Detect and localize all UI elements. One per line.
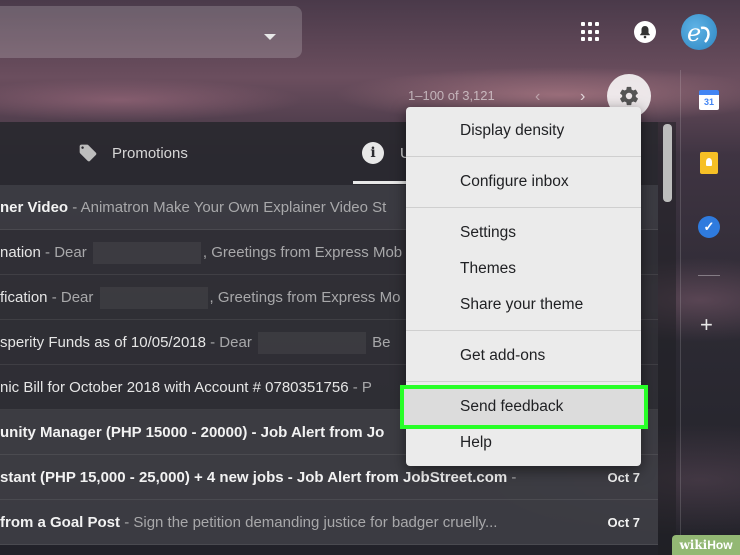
apps-grid-icon[interactable]: [581, 22, 601, 42]
redacted-name: [99, 287, 208, 310]
plus-icon[interactable]: +: [700, 314, 713, 336]
redacted-name: [92, 242, 201, 265]
side-panel-divider: [698, 275, 720, 276]
menu-divider: [406, 381, 641, 382]
wikihow-watermark: wikiHow: [672, 535, 740, 555]
menu-item-configure-inbox[interactable]: Configure inbox: [406, 164, 641, 200]
previous-page-button[interactable]: ‹: [535, 88, 540, 106]
settings-menu: Display density Configure inbox Settings…: [400, 107, 648, 466]
table-row[interactable]: from a Goal Post - Sign the petition dem…: [0, 500, 658, 545]
menu-item-share-your-theme[interactable]: Share your theme: [406, 287, 641, 323]
tag-icon: [79, 144, 97, 162]
search-options-caret-icon[interactable]: [264, 34, 276, 40]
scrollbar-thumb[interactable]: [663, 124, 672, 202]
tab-promotions[interactable]: Promotions: [78, 143, 188, 163]
tab-promotions-label: Promotions: [112, 144, 188, 162]
redacted-name: [257, 332, 366, 355]
email-date: Oct 7: [607, 515, 640, 530]
info-icon[interactable]: i: [362, 142, 384, 164]
search-bar[interactable]: [0, 6, 302, 58]
menu-item-help[interactable]: Help: [406, 425, 641, 461]
menu-divider: [406, 156, 641, 157]
menu-item-get-add-ons[interactable]: Get add-ons: [406, 338, 641, 374]
pagination-count: 1–100 of 3,121: [408, 88, 495, 103]
calendar-icon[interactable]: 31: [699, 90, 719, 110]
keep-icon[interactable]: [700, 152, 718, 174]
menu-item-settings[interactable]: Settings: [406, 215, 641, 251]
tab-updates-underline: [353, 181, 409, 184]
avatar[interactable]: e: [681, 14, 717, 50]
menu-item-send-feedback[interactable]: Send feedback: [400, 385, 648, 429]
menu-item-display-density[interactable]: Display density: [406, 113, 641, 149]
tasks-icon[interactable]: ✓: [698, 216, 720, 238]
svg-text:e: e: [687, 19, 701, 47]
menu-divider: [406, 207, 641, 208]
avatar-logo-icon: e: [687, 19, 710, 47]
next-page-button[interactable]: ›: [580, 88, 585, 106]
gear-icon: [620, 86, 638, 106]
bell-icon[interactable]: [633, 20, 657, 44]
menu-item-themes[interactable]: Themes: [406, 251, 641, 287]
menu-divider: [406, 330, 641, 331]
